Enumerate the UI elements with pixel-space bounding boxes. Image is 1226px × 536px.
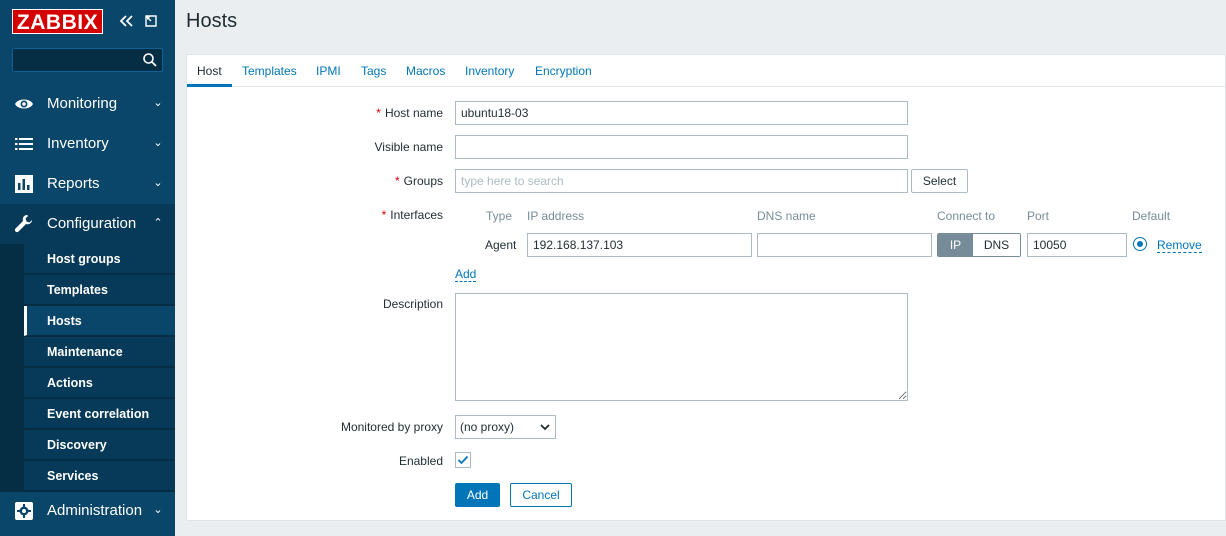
column-type: Type (486, 209, 513, 223)
cancel-button[interactable]: Cancel (510, 483, 572, 507)
menu-label: Reports (47, 175, 100, 192)
groups-label-text: Groups (403, 174, 443, 188)
configuration-submenu: Host groups Templates Hosts Maintenance … (0, 244, 175, 492)
sidebar-search (12, 48, 163, 72)
menu-label: Configuration (47, 215, 137, 232)
chevron-down-icon: ⌄ (153, 176, 163, 189)
host-form-panel: Host Templates IPMI Tags Macros Inventor… (186, 54, 1226, 521)
proxy-label: Monitored by proxy (340, 420, 443, 434)
submenu-item-host-groups[interactable]: Host groups (24, 244, 175, 274)
chevron-down-icon: ⌄ (153, 503, 163, 516)
required-marker: * (381, 208, 387, 222)
submenu-item-hosts[interactable]: Hosts (24, 306, 175, 336)
submenu-label: Actions (47, 376, 93, 390)
checkmark-icon (457, 455, 469, 465)
submenu-label: Discovery (47, 438, 107, 452)
tab-tags[interactable]: Tags (361, 64, 386, 78)
required-marker: * (394, 174, 400, 188)
bar-chart-icon (15, 175, 33, 193)
default-interface-radio[interactable] (1133, 237, 1147, 251)
logo-row: ZABBIX (0, 0, 175, 44)
submenu-item-templates[interactable]: Templates (24, 275, 175, 305)
submenu-item-actions[interactable]: Actions (24, 368, 175, 398)
description-textarea[interactable] (455, 293, 908, 401)
submenu-label: Templates (47, 283, 108, 297)
tab-ipmi[interactable]: IPMI (316, 64, 341, 78)
required-marker: * (376, 106, 381, 120)
visible-name-input[interactable] (455, 135, 908, 159)
column-default: Default (1132, 209, 1171, 223)
kiosk-mode-icon[interactable] (142, 10, 160, 32)
add-button[interactable]: Add (455, 483, 500, 507)
menu-configuration[interactable]: Configuration ⌃ (0, 204, 175, 244)
chevron-down-icon: ⌄ (153, 96, 163, 109)
interface-port-input[interactable] (1027, 233, 1127, 257)
groups-select-button[interactable]: Select (911, 169, 968, 193)
host-name-label-text: Host name (384, 106, 443, 120)
add-interface-link[interactable]: Add (455, 267, 477, 282)
submenu-label: Host groups (47, 252, 121, 266)
menu-label: Administration (47, 502, 143, 519)
column-connect-to: Connect to (937, 209, 996, 223)
menu-reports[interactable]: Reports ⌄ (0, 164, 175, 204)
wrench-icon (14, 215, 32, 233)
connect-dns-button[interactable]: DNS (973, 234, 1020, 256)
host-name-input[interactable] (455, 101, 908, 125)
interfaces-label-text: Interfaces (390, 208, 443, 222)
column-ip-address: IP address (527, 209, 585, 223)
remove-interface-link[interactable]: Remove (1157, 238, 1202, 253)
host-name-label: * Host name (376, 106, 443, 120)
sidebar-search-input[interactable] (13, 49, 141, 71)
submenu-label: Maintenance (47, 345, 123, 359)
connect-to-toggle: IP DNS (937, 233, 1021, 257)
search-icon[interactable] (142, 52, 158, 68)
tab-encryption[interactable]: Encryption (535, 64, 592, 78)
proxy-select-value: (no proxy) (460, 420, 515, 434)
enabled-checkbox[interactable] (455, 452, 471, 468)
list-icon (15, 138, 33, 150)
eye-icon (15, 99, 33, 109)
chevron-down-icon (540, 424, 550, 431)
tab-host[interactable]: Host (197, 64, 222, 78)
submenu-label: Event correlation (47, 407, 150, 421)
zabbix-logo[interactable]: ZABBIX (12, 9, 103, 34)
menu-inventory[interactable]: Inventory ⌄ (0, 124, 175, 164)
description-label: Description (382, 297, 443, 311)
submenu-item-event-correlation[interactable]: Event correlation (24, 399, 175, 429)
tab-templates[interactable]: Templates (242, 64, 297, 78)
submenu-label: Services (47, 469, 99, 483)
visible-name-label: Visible name (374, 140, 443, 154)
tab-macros[interactable]: Macros (406, 64, 445, 78)
submenu-item-services[interactable]: Services (24, 461, 175, 491)
menu-label: Inventory (47, 135, 109, 152)
groups-label: * Groups (395, 174, 443, 188)
interface-type-agent: Agent (485, 238, 517, 252)
groups-search-input[interactable] (455, 169, 908, 193)
chevron-up-icon: ⌃ (153, 216, 163, 229)
active-tab-indicator (187, 84, 232, 87)
interface-dns-input[interactable] (757, 233, 932, 257)
interface-ip-input[interactable] (527, 233, 752, 257)
connect-ip-button[interactable]: IP (938, 234, 973, 256)
submenu-label: Hosts (47, 314, 82, 328)
gear-icon (15, 502, 33, 520)
menu-monitoring[interactable]: Monitoring ⌄ (0, 84, 175, 124)
menu-label: Monitoring (47, 95, 118, 112)
sidebar: ZABBIX Monitoring ⌄ Inventory ⌄ Reports … (0, 0, 175, 536)
page-title: Hosts (186, 10, 238, 32)
column-dns-name: DNS name (757, 209, 816, 223)
menu-administration[interactable]: Administration ⌄ (0, 491, 175, 531)
tab-bar: Host Templates IPMI Tags Macros Inventor… (187, 55, 1226, 87)
column-port: Port (1027, 209, 1050, 223)
submenu-item-discovery[interactable]: Discovery (24, 430, 175, 460)
proxy-select[interactable]: (no proxy) (455, 415, 556, 439)
enabled-label: Enabled (398, 454, 443, 468)
collapse-sidebar-icon[interactable] (117, 10, 135, 32)
submenu-item-maintenance[interactable]: Maintenance (24, 337, 175, 367)
chevron-down-icon: ⌄ (153, 136, 163, 149)
interfaces-label: * Interfaces (382, 208, 443, 222)
tab-inventory[interactable]: Inventory (465, 64, 514, 78)
